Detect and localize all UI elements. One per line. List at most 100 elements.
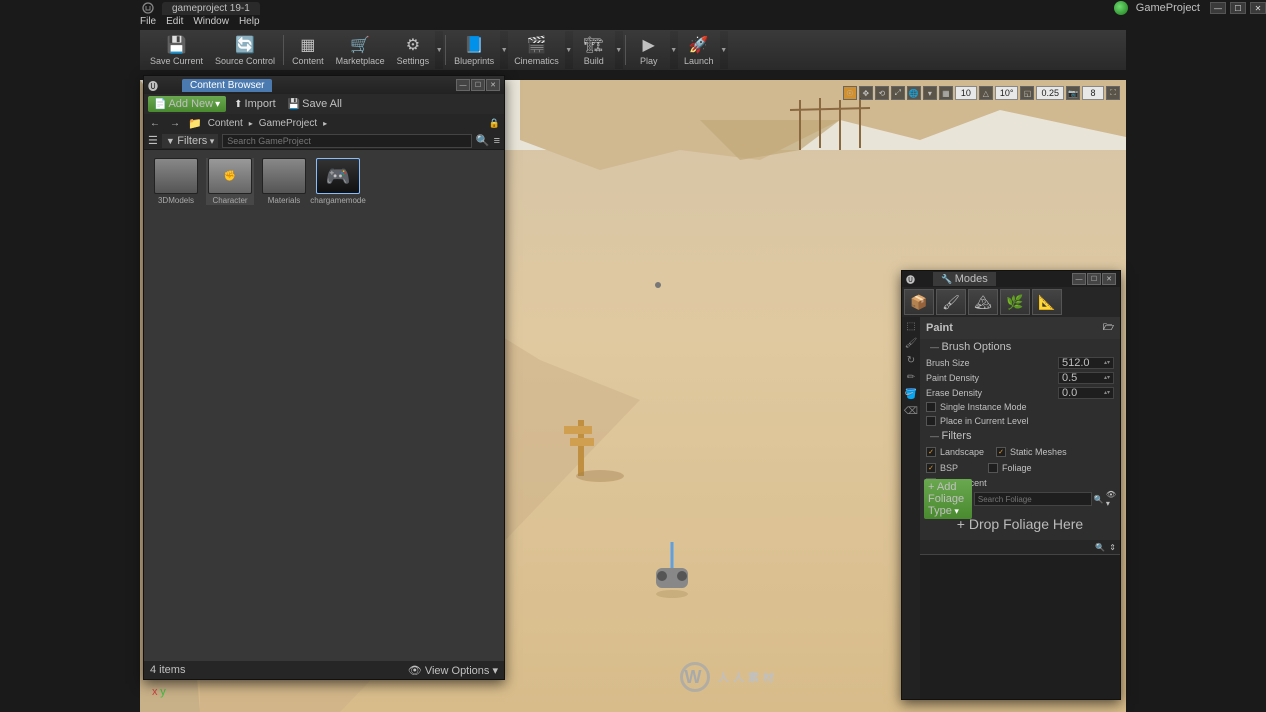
scale-snap-icon[interactable]: ◱	[1020, 86, 1034, 100]
folder-item[interactable]: 3DModels	[152, 158, 200, 205]
tool-select-icon[interactable]: ⬚	[906, 321, 915, 332]
coord-space-icon[interactable]: 🌐	[907, 86, 921, 100]
transform-select-icon[interactable]: ☉	[843, 86, 857, 100]
toolbar-build[interactable]: 🏗Build	[573, 31, 615, 69]
transform-move-icon[interactable]: ✥	[859, 86, 873, 100]
search-options-icon[interactable]: ≡	[494, 135, 500, 147]
landscape-checkbox[interactable]: ✓	[926, 447, 936, 457]
import-button[interactable]: ⬆ Import	[230, 96, 280, 112]
content-browser-titlebar[interactable]: 🅤 Content Browser — ☐ ✕	[144, 76, 504, 94]
ue-logo-icon: 🅤	[148, 78, 158, 93]
mode-geometry[interactable]: 📐	[1032, 289, 1062, 315]
content-browser-panel: 🅤 Content Browser — ☐ ✕ 📄 Add New ▾ ⬆ Im…	[143, 75, 505, 680]
folder-icon[interactable]: 📁	[188, 117, 202, 130]
project-tab[interactable]: gameproject 19-1	[162, 2, 260, 15]
view-options-button[interactable]: 👁 View Options ▾	[408, 664, 498, 677]
panel-maximize-button[interactable]: ☐	[1087, 273, 1101, 285]
brush-size-input[interactable]: 512.0▴▾	[1058, 357, 1114, 369]
panel-close-button[interactable]: ✕	[1102, 273, 1116, 285]
window-close-button[interactable]: ✕	[1250, 2, 1266, 14]
angle-snap-value[interactable]: 10°	[995, 86, 1019, 100]
tool-reapply-icon[interactable]: ↻	[907, 355, 915, 366]
view-toggle-icon[interactable]: 👁▾	[1106, 490, 1116, 508]
breadcrumb-content[interactable]: Content	[208, 118, 243, 129]
grid-snap-value[interactable]: 10	[955, 86, 977, 100]
content-browser-asset-grid[interactable]: 3DModels ✊ Character Materials 🎮 chargam…	[144, 150, 504, 661]
save-all-button[interactable]: 💾 Save All	[284, 96, 346, 112]
tool-erase-icon[interactable]: ⌫	[904, 406, 918, 417]
viewport-maximize-icon[interactable]: ⛶	[1106, 86, 1120, 100]
search-foliage-input[interactable]	[974, 492, 1092, 506]
scale-snap-value[interactable]: 0.25	[1036, 86, 1064, 100]
editor-modes-row: 📦 🖌 🏔 🌿 📐	[902, 287, 1120, 317]
bsp-checkbox[interactable]: ✓	[926, 463, 936, 473]
modes-tab[interactable]: 🔧 Modes	[933, 272, 996, 286]
panel-close-button[interactable]: ✕	[486, 79, 500, 91]
toolbar-blueprints-dropdown[interactable]: ▼	[500, 31, 508, 69]
angle-snap-icon[interactable]: △	[979, 86, 993, 100]
single-instance-checkbox[interactable]	[926, 402, 936, 412]
transform-scale-icon[interactable]: ⤢	[891, 86, 905, 100]
breadcrumb-lock-icon[interactable]: 🔒	[489, 118, 500, 129]
scale-icon[interactable]: 🔍	[1095, 543, 1105, 552]
folder-item[interactable]: Materials	[260, 158, 308, 205]
toolbar-blueprints[interactable]: 📘Blueprints	[448, 31, 500, 69]
asset-item[interactable]: 🎮 chargamemode	[314, 158, 362, 205]
transform-rotate-icon[interactable]: ⟲	[875, 86, 889, 100]
panel-minimize-button[interactable]: —	[1072, 273, 1086, 285]
foliage-checkbox[interactable]	[988, 463, 998, 473]
expand-icon[interactable]: ⇕	[1109, 543, 1116, 552]
sources-toggle-icon[interactable]: ☰	[148, 134, 158, 147]
drop-foliage-target[interactable]: + Drop Foliage Here	[920, 508, 1120, 540]
toolbar-marketplace[interactable]: 🛒Marketplace	[330, 31, 391, 69]
source-control-status-icon[interactable]	[1114, 1, 1128, 15]
panel-minimize-button[interactable]: —	[456, 79, 470, 91]
toolbar-launch[interactable]: 🚀Launch	[678, 31, 720, 69]
nav-forward-button[interactable]: →	[168, 118, 182, 129]
filters-button[interactable]: ▼ Filters ▾	[162, 134, 218, 148]
mode-place[interactable]: 📦	[904, 289, 934, 315]
menu-window[interactable]: Window	[193, 16, 229, 30]
mode-landscape[interactable]: 🏔	[968, 289, 998, 315]
search-icon[interactable]: 🔍	[1094, 495, 1104, 504]
toolbar-launch-dropdown[interactable]: ▼	[720, 31, 728, 69]
folder-item[interactable]: ✊ Character	[206, 158, 254, 205]
tool-fill-icon[interactable]: 🪣	[905, 389, 917, 400]
panel-maximize-button[interactable]: ☐	[471, 79, 485, 91]
grid-snap-icon[interactable]: ▦	[939, 86, 953, 100]
toolbar-cinematics[interactable]: 🎬Cinematics	[508, 31, 565, 69]
window-minimize-button[interactable]: —	[1210, 2, 1226, 14]
toolbar-play-dropdown[interactable]: ▼	[670, 31, 678, 69]
search-icon[interactable]: 🔍	[476, 134, 490, 147]
breadcrumb-project[interactable]: GameProject	[259, 118, 317, 129]
window-maximize-button[interactable]: ☐	[1230, 2, 1246, 14]
camera-speed-icon[interactable]: 📷	[1066, 86, 1080, 100]
search-input[interactable]	[222, 134, 472, 148]
camera-speed-value[interactable]: 8	[1082, 86, 1104, 100]
paint-density-input[interactable]: 0.5▴▾	[1058, 372, 1114, 384]
show-tooltip-icon[interactable]: 🗁	[1103, 320, 1114, 336]
toolbar-content[interactable]: ▦Content	[286, 31, 330, 69]
surface-snap-icon[interactable]: ▾	[923, 86, 937, 100]
menu-help[interactable]: Help	[239, 16, 260, 30]
toolbar-save-current[interactable]: 💾Save Current	[144, 31, 209, 69]
toolbar-play[interactable]: ▶Play	[628, 31, 670, 69]
toolbar-build-dropdown[interactable]: ▼	[615, 31, 623, 69]
mode-foliage[interactable]: 🌿	[1000, 289, 1030, 315]
mode-paint[interactable]: 🖌	[936, 289, 966, 315]
toolbar-cinematics-dropdown[interactable]: ▼	[565, 31, 573, 69]
modes-panel-titlebar[interactable]: 🅤 🔧 Modes — ☐ ✕	[902, 271, 1120, 287]
tool-paint-icon[interactable]: 🖌	[905, 338, 918, 349]
tool-single-icon[interactable]: ✏	[907, 372, 915, 383]
content-browser-tab[interactable]: Content Browser	[182, 79, 272, 92]
nav-back-button[interactable]: ←	[148, 118, 162, 129]
erase-density-input[interactable]: 0.0▴▾	[1058, 387, 1114, 399]
place-in-level-checkbox[interactable]	[926, 416, 936, 426]
static-meshes-checkbox[interactable]: ✓	[996, 447, 1006, 457]
toolbar-settings-dropdown[interactable]: ▼	[435, 31, 443, 69]
toolbar-settings[interactable]: ⚙Settings	[391, 31, 436, 69]
add-new-button[interactable]: 📄 Add New ▾	[148, 96, 226, 112]
menu-edit[interactable]: Edit	[166, 16, 183, 30]
toolbar-source-control[interactable]: 🔄Source Control	[209, 31, 281, 69]
menu-file[interactable]: File	[140, 16, 156, 30]
